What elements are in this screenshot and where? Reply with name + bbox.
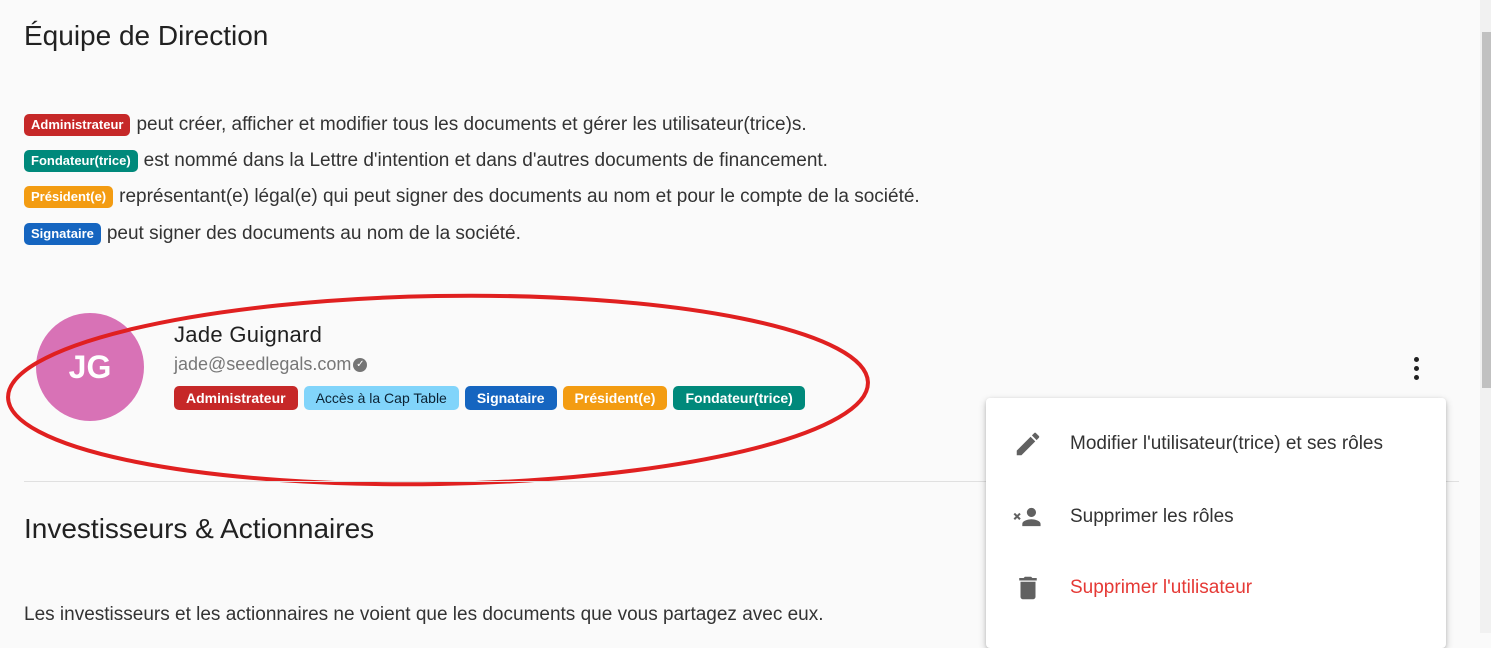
role-chip-founder: Fondateur(trice) — [24, 150, 138, 172]
trash-icon — [1012, 572, 1044, 604]
role-text-signatory: peut signer des documents au nom de la s… — [106, 223, 521, 244]
user-chip-founder: Fondateur(trice) — [673, 386, 805, 410]
remove-person-icon — [1012, 501, 1044, 533]
pencil-icon — [1012, 428, 1044, 460]
role-text-founder: est nommé dans la Lettre d'intention et … — [143, 150, 828, 171]
role-description-founder: Fondateur(trice) est nommé dans la Lettr… — [24, 148, 828, 174]
user-chip-cap-table: Accès à la Cap Table — [303, 386, 459, 410]
user-chip-admin: Administrateur — [174, 386, 298, 410]
section-title-leadership: Équipe de Direction — [24, 20, 269, 51]
section-title-investors: Investisseurs & Actionnaires — [24, 513, 375, 544]
role-description-signatory: Signataire peut signer des documents au … — [24, 221, 521, 247]
user-email-row: jade@seedlegals.com ✓ — [174, 354, 368, 375]
avatar: JG — [36, 313, 144, 421]
role-chip-president: Président(e) — [24, 186, 114, 208]
role-text-admin: peut créer, afficher et modifier tous le… — [136, 114, 807, 135]
menu-item-label: Supprimer les rôles — [1070, 506, 1234, 527]
menu-item-remove-roles[interactable]: Supprimer les rôles — [986, 487, 1446, 547]
user-name: Jade Guignard — [174, 322, 323, 347]
investors-description: Les investisseurs et les actionnaires ne… — [24, 604, 824, 625]
verified-check-icon: ✓ — [353, 357, 368, 372]
menu-item-label: Supprimer l'utilisateur — [1070, 577, 1253, 598]
user-chip-signatory: Signataire — [464, 386, 557, 410]
menu-item-delete-user[interactable]: Supprimer l'utilisateur — [986, 558, 1446, 618]
user-options-menu: Modifier l'utilisateur(trice) et ses rôl… — [986, 398, 1446, 648]
role-chip-admin: Administrateur — [24, 114, 131, 136]
role-text-president: représentant(e) légal(e) qui peut signer… — [119, 186, 920, 207]
user-role-chips: Administrateur Accès à la Cap Table Sign… — [174, 386, 811, 410]
more-options-icon[interactable] — [1403, 352, 1429, 384]
role-description-president: Président(e) représentant(e) légal(e) qu… — [24, 184, 920, 210]
role-description-admin: Administrateur peut créer, afficher et m… — [24, 112, 807, 138]
role-chip-signatory: Signataire — [24, 223, 101, 245]
scrollbar-thumb[interactable] — [1482, 32, 1491, 388]
menu-item-label: Modifier l'utilisateur(trice) et ses rôl… — [1070, 433, 1383, 454]
user-chip-president: Président(e) — [562, 386, 668, 410]
menu-item-edit-user[interactable]: Modifier l'utilisateur(trice) et ses rôl… — [986, 414, 1446, 474]
user-email: jade@seedlegals.com — [174, 354, 352, 374]
